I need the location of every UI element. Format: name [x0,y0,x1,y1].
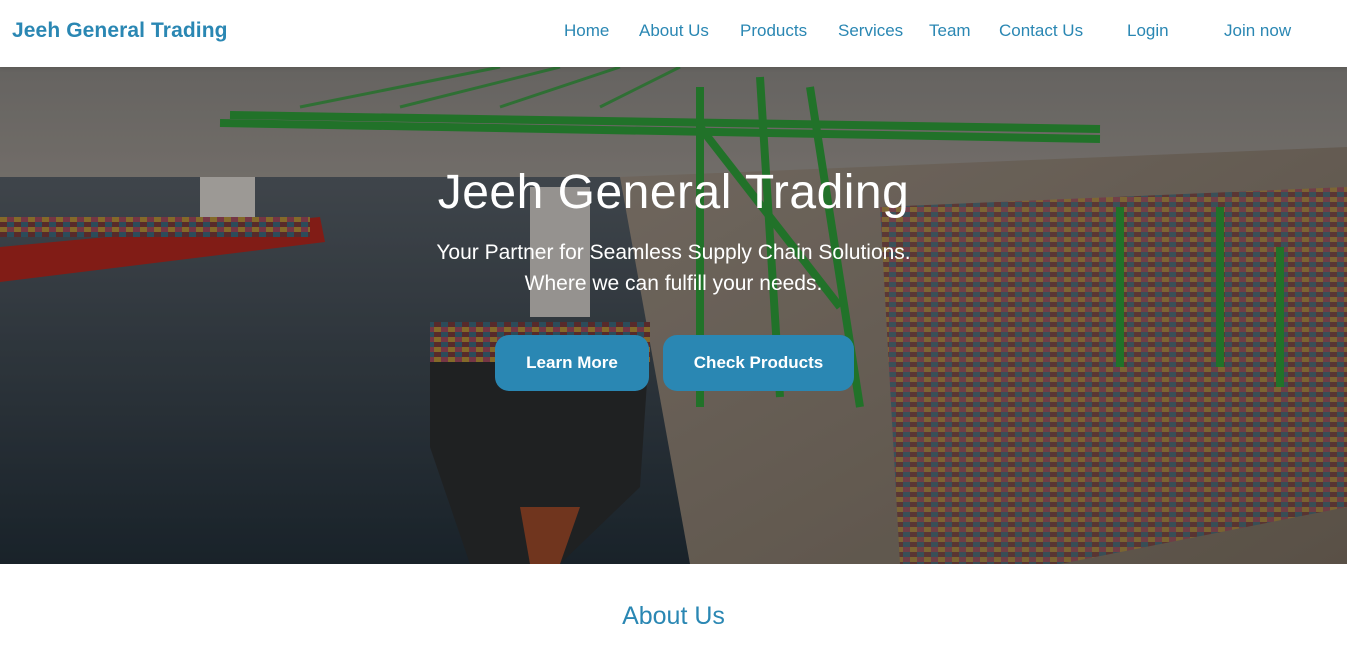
nav-team-link[interactable]: Team [929,21,971,41]
hero-subtitle-line-1: Your Partner for Seamless Supply Chain S… [436,241,911,264]
learn-more-button[interactable]: Learn More [495,335,649,391]
top-navbar: Jeeh General Trading Home About Us Produ… [0,0,1347,67]
hero-dark-overlay [0,67,1347,564]
nav-join-link[interactable]: Join now [1224,21,1291,41]
hero-title: Jeeh General Trading [437,166,910,219]
nav-about-link[interactable]: About Us [639,21,709,41]
nav-contact-link[interactable]: Contact Us [999,21,1083,41]
hero-section: Jeeh General Trading Your Partner for Se… [0,67,1347,564]
brand-logo-text[interactable]: Jeeh General Trading [12,19,228,43]
nav-login-link[interactable]: Login [1127,21,1169,41]
about-section-heading: About Us [622,602,725,630]
nav-home-link[interactable]: Home [564,21,609,41]
check-products-button[interactable]: Check Products [663,335,854,391]
nav-products-link[interactable]: Products [740,21,807,41]
hero-subtitle-line-2: Where we can fulfill your needs. [524,272,823,295]
nav-services-link[interactable]: Services [838,21,903,41]
